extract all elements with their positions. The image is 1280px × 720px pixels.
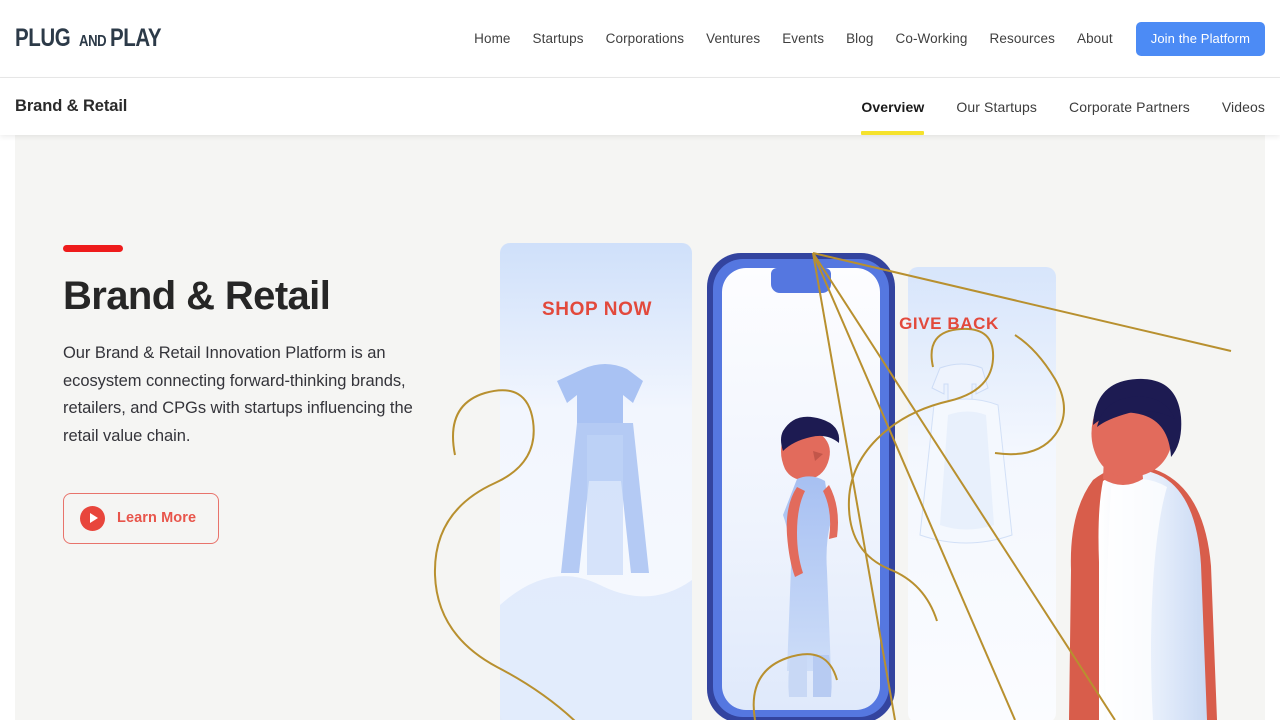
nav-link-events[interactable]: Events (771, 23, 835, 54)
logo-text-play: PLAY (109, 24, 162, 52)
nav-link-home[interactable]: Home (463, 23, 521, 54)
logo-text-plug: PLUG (15, 24, 71, 52)
play-icon (80, 505, 105, 531)
nav-link-about[interactable]: About (1066, 23, 1124, 54)
section-navigation-bar: Brand & Retail Overview Our Startups Cor… (0, 78, 1280, 135)
shop-now-text: SHOP NOW (542, 299, 652, 320)
smartphone-mockup: Hi Marie! (707, 253, 895, 720)
standing-woman-figure (1069, 378, 1217, 720)
tab-our-startups[interactable]: Our Startups (940, 78, 1053, 135)
nav-link-resources[interactable]: Resources (979, 23, 1066, 54)
hero-description: Our Brand & Retail Innovation Platform i… (63, 344, 413, 446)
section-tabs: Overview Our Startups Corporate Partners… (845, 78, 1265, 135)
tab-overview[interactable]: Overview (845, 78, 940, 135)
nav-link-ventures[interactable]: Ventures (695, 23, 771, 54)
hero-title: Brand & Retail (63, 274, 331, 318)
learn-more-button[interactable]: Learn More (63, 492, 220, 544)
give-back-panel (908, 267, 1056, 720)
hero-accent-bar (63, 245, 123, 252)
nav-link-startups[interactable]: Startups (522, 23, 595, 54)
top-navigation-bar: PLUG AND PLAY Home Startups Corporations V… (0, 0, 1280, 78)
section-title: Brand & Retail (15, 97, 128, 115)
tab-videos[interactable]: Videos (1206, 78, 1265, 135)
learn-more-label: Learn More (117, 510, 197, 527)
hero-section: Hi Marie! (15, 135, 1265, 720)
page-root: PLUG AND PLAY Home Startups Corporations V… (0, 0, 1280, 720)
join-the-platform-button[interactable]: Join the Platform (1135, 21, 1265, 56)
plug-and-play-logo[interactable]: PLUG AND PLAY (15, 26, 172, 51)
hero-text-block: Brand & Retail Our Brand & Retail Innova… (63, 245, 463, 544)
main-nav-links: Home Startups Corporations Ventures Even… (463, 21, 1265, 56)
tab-corporate-partners[interactable]: Corporate Partners (1053, 78, 1206, 135)
nav-link-blog[interactable]: Blog (835, 23, 884, 54)
nav-link-co-working[interactable]: Co-Working (885, 23, 979, 54)
give-back-text: GIVE BACK (899, 314, 999, 333)
nav-link-corporations[interactable]: Corporations (595, 23, 696, 54)
logo-text-and: AND (79, 33, 107, 50)
